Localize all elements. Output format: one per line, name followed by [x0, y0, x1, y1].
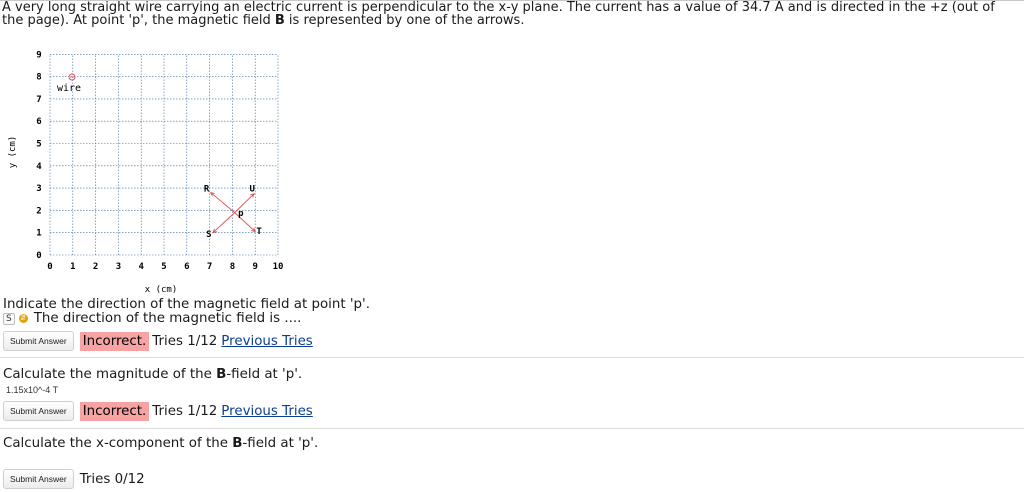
y-tick-label: 2 — [36, 206, 41, 216]
q2-answer-value: 1.15x10^-4 T — [6, 385, 59, 395]
y-tick-label: 6 — [36, 117, 41, 127]
q2-submit-button[interactable]: Submit Answer — [3, 401, 74, 421]
x-tick-label: 7 — [207, 262, 212, 272]
problem-statement: A very long straight wire carrying an el… — [2, 0, 995, 28]
q1-status-row: Submit Answer Incorrect. Tries 1/12 Prev… — [3, 331, 313, 351]
q2-status-row: Submit Answer Incorrect. Tries 1/12 Prev… — [3, 401, 313, 421]
y-axis-label: y (cm) — [8, 136, 18, 169]
diagram-svg: 0 1 2 3 4 5 6 7 8 9 10 0 1 2 3 4 5 6 7 8 9 x (cm) y (cm) wir… — [8, 50, 284, 295]
x-tick-label: 10 — [273, 262, 284, 272]
direction-label: The direction of the magnetic field is .… — [33, 311, 302, 326]
x-tick-label: 2 — [93, 262, 98, 272]
q3-prompt: Calculate the x-component of the B-field… — [3, 436, 319, 451]
x-tick-label: 4 — [138, 262, 144, 272]
q1-submit-button[interactable]: Submit Answer — [3, 331, 74, 351]
field-arrows: R Up S T — [204, 184, 262, 240]
x-tick-label: 5 — [161, 262, 166, 272]
separator — [0, 428, 1024, 429]
y-tick-label: 4 — [36, 162, 42, 172]
direction-select[interactable]: S — [3, 312, 15, 325]
x-tick-label: 6 — [184, 262, 189, 272]
q3-submit-button[interactable]: Submit Answer — [3, 469, 74, 489]
field-diagram: 0 1 2 3 4 5 6 7 8 9 10 0 1 2 3 4 5 6 7 8 9 x (cm) y (cm) wir… — [0, 40, 300, 300]
x-tick-label: 3 — [116, 262, 121, 272]
label-S: S — [206, 230, 211, 240]
label-T: T — [256, 227, 262, 237]
wire-label: wire — [57, 83, 81, 94]
q3-status-row: Submit Answer Tries 0/12 — [3, 469, 149, 489]
q1-answer-row: S ⇵ The direction of the magnetic field … — [3, 311, 301, 326]
q2-prompt: Calculate the magnitude of the B-field a… — [3, 367, 303, 382]
x-tick-label: 1 — [70, 262, 75, 272]
x-tick-label: 9 — [252, 262, 257, 272]
q2-tries: Tries 1/12 — [152, 403, 218, 419]
y-tick-label: 9 — [36, 50, 41, 60]
y-tick-label: 7 — [36, 95, 41, 105]
label-R: R — [204, 184, 210, 194]
label-p: p — [238, 209, 244, 219]
wire-marker: wire — [57, 73, 81, 94]
y-tick-label: 1 — [36, 229, 41, 239]
q1-previous-tries-link[interactable]: Previous Tries — [221, 334, 313, 349]
grid — [49, 54, 279, 256]
x-tick-label: 8 — [230, 262, 235, 272]
q2-status-badge: Incorrect. — [79, 401, 150, 421]
separator — [0, 357, 1024, 358]
arrow-S — [212, 212, 235, 234]
q3-tries: Tries 0/12 — [79, 471, 145, 487]
y-tick-label: 0 — [36, 251, 41, 261]
y-tick-label: 3 — [36, 184, 41, 194]
y-tick-label: 8 — [36, 73, 41, 83]
y-tick-label: 5 — [36, 140, 41, 150]
q2-previous-tries-link[interactable]: Previous Tries — [221, 404, 313, 419]
chevron-up-down-icon[interactable]: ⇵ — [18, 314, 28, 323]
q1-prompt: Indicate the direction of the magnetic f… — [3, 297, 370, 312]
x-axis-label: x (cm) — [145, 285, 178, 295]
label-U: U — [250, 184, 255, 194]
x-tick-label: 0 — [47, 262, 52, 272]
q1-status-badge: Incorrect. — [79, 331, 150, 351]
arrow-R — [210, 192, 235, 213]
q1-tries: Tries 1/12 — [152, 333, 218, 349]
